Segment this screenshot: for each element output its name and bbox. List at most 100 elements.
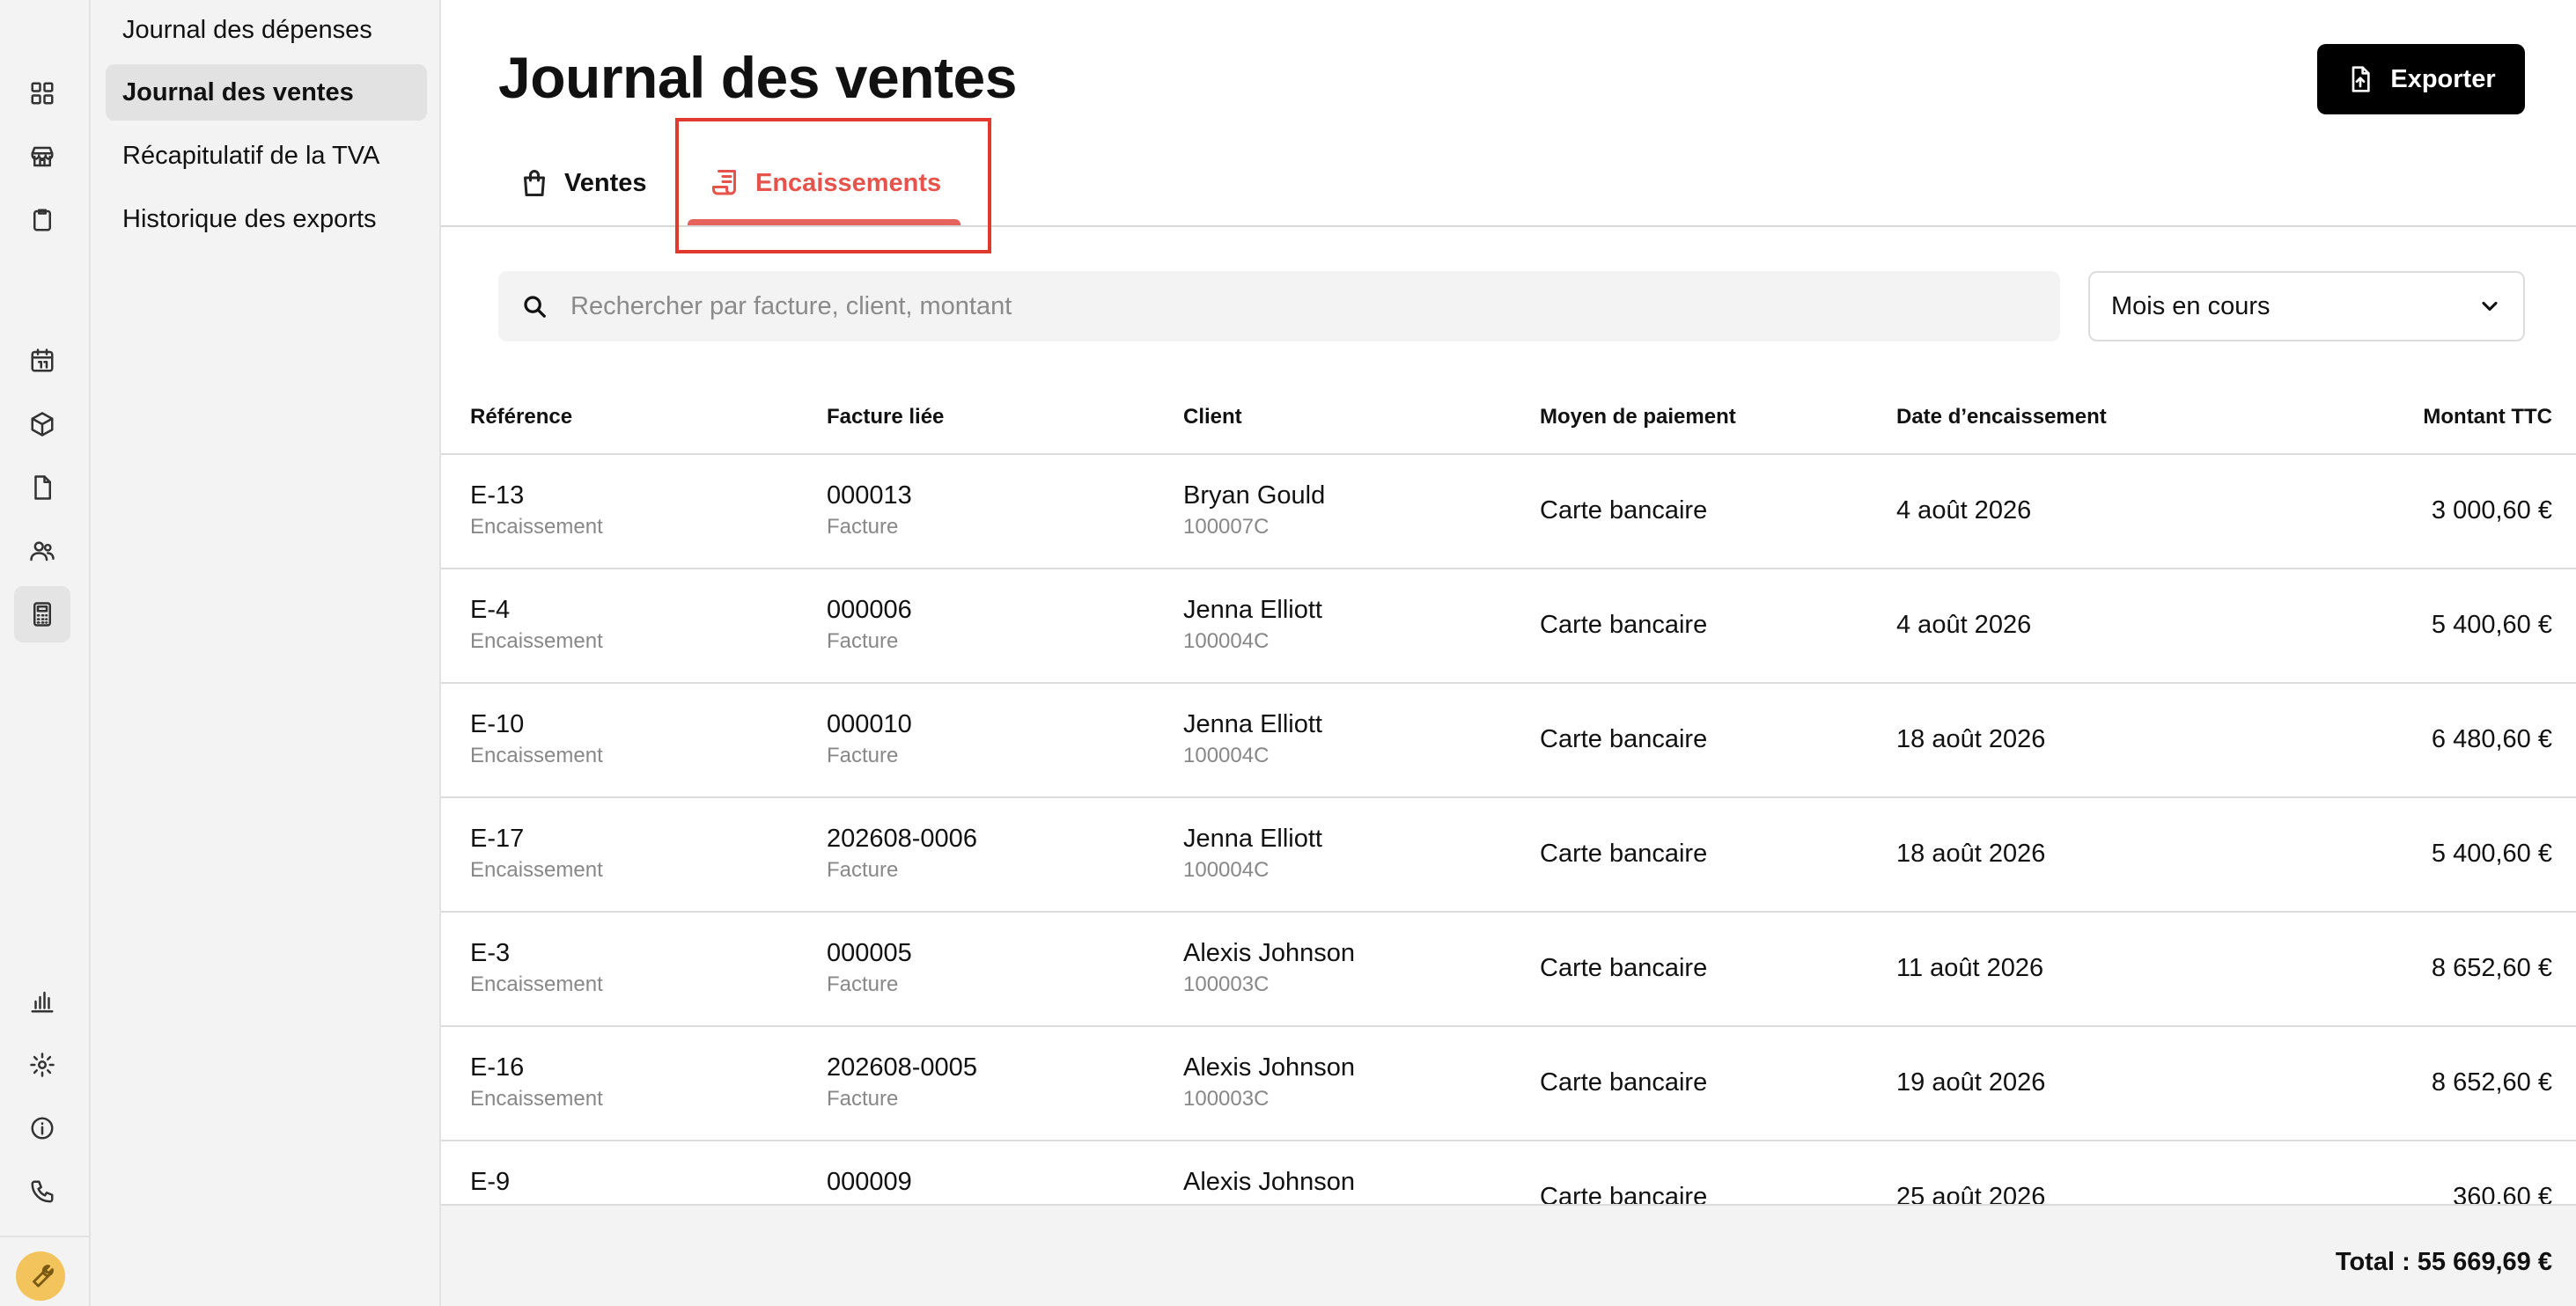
cell-montant: 6 480,60 € [2431, 725, 2552, 753]
column-header-montant[interactable]: Montant TTC [2423, 405, 2552, 429]
reference-type: Encaissement [470, 744, 603, 767]
facture-value[interactable]: 000005 [827, 939, 912, 968]
facture-value[interactable]: 202608-0005 [827, 1053, 977, 1082]
table-row[interactable]: E-3 Encaissement 000005 Facture Alexis Johns… [441, 913, 2576, 1027]
cell-moyen-paiement: Carte bancaire [1540, 725, 1708, 753]
facture-value[interactable]: 000010 [827, 710, 912, 739]
reference-value: E-3 [470, 939, 511, 967]
client-name[interactable]: Alexis Johnson [1183, 1168, 1355, 1197]
search-icon [524, 296, 546, 318]
bar-chart-icon[interactable] [14, 973, 70, 1030]
reference-type: Encaissement [470, 1087, 603, 1111]
subnav-item-journal-ventes[interactable]: Journal des ventes [106, 64, 427, 121]
cell-montant: 8 652,60 € [2431, 1068, 2552, 1097]
client-code: 100004C [1183, 629, 1270, 653]
cell-date: 18 août 2026 [1896, 840, 2046, 868]
reference-value: E-10 [470, 710, 525, 738]
tab-ventes[interactable]: Ventes [519, 141, 647, 225]
total-amount: Total : 55 669,69 € [2335, 1248, 2552, 1276]
encaissements-table: Référence Facture liée Client Moyen de p… [441, 384, 2576, 1256]
client-name[interactable]: Jenna Elliott [1183, 710, 1322, 739]
subnav-item-recap-tva[interactable]: Récapitulatif de la TVA [106, 128, 427, 184]
reference-value: E-16 [470, 1053, 525, 1082]
table-row[interactable]: E-10 Encaissement 000010 Facture Jenna Ellio… [441, 684, 2576, 798]
reference-type: Encaissement [470, 972, 603, 996]
facture-type: Facture [827, 1087, 899, 1111]
facture-value[interactable]: 000009 [827, 1168, 912, 1197]
cell-montant: 3 000,60 € [2431, 496, 2552, 525]
calendar-icon[interactable] [14, 333, 70, 389]
cell-moyen-paiement: Carte bancaire [1540, 611, 1708, 639]
client-code: 100004C [1183, 858, 1270, 882]
document-icon[interactable] [14, 459, 70, 516]
table-row[interactable]: E-17 Encaissement 202608-0006 Facture Jenna … [441, 798, 2576, 913]
cell-date: 18 août 2026 [1896, 725, 2046, 753]
tab-label: Ventes [564, 168, 647, 197]
client-code: 100004C [1183, 744, 1270, 767]
column-header-client[interactable]: Client [1183, 405, 1242, 429]
store-icon[interactable] [14, 128, 70, 185]
client-name[interactable]: Bryan Gould [1183, 481, 1325, 510]
client-name[interactable]: Jenna Elliott [1183, 825, 1322, 854]
client-code: 100007C [1183, 515, 1270, 539]
phone-icon[interactable] [14, 1163, 70, 1220]
facture-value[interactable]: 000013 [827, 481, 912, 510]
cell-moyen-paiement: Carte bancaire [1540, 954, 1708, 982]
column-header-reference[interactable]: Référence [470, 405, 572, 429]
wrench-icon[interactable] [16, 1251, 65, 1301]
cell-date: 11 août 2026 [1896, 954, 2044, 982]
cell-date: 19 août 2026 [1896, 1068, 2046, 1097]
facture-value[interactable]: 000006 [827, 596, 912, 625]
cell-date: 4 août 2026 [1896, 496, 2032, 525]
box-icon[interactable] [14, 396, 70, 452]
icon-rail [0, 0, 91, 1306]
subnav-item-historique-exports[interactable]: Historique des exports [106, 191, 427, 247]
export-button[interactable]: Exporter [2317, 44, 2525, 114]
client-name[interactable]: Jenna Elliott [1183, 596, 1322, 625]
period-select[interactable]: Mois en cours [2088, 271, 2525, 341]
cell-moyen-paiement: Carte bancaire [1540, 496, 1708, 525]
cell-montant: 5 400,60 € [2431, 840, 2552, 868]
sub-navigation: Journal des dépenses Journal des ventes … [91, 0, 441, 1306]
users-icon[interactable] [14, 523, 70, 579]
gear-icon[interactable] [14, 1037, 70, 1093]
table-row[interactable]: E-16 Encaissement 202608-0005 Facture Alexis… [441, 1027, 2576, 1141]
cell-date: 4 août 2026 [1896, 611, 2032, 639]
table-header: Référence Facture liée Client Moyen de p… [441, 384, 2576, 455]
client-code: 100003C [1183, 1087, 1270, 1111]
subnav-item-journal-depenses[interactable]: Journal des dépenses [106, 2, 427, 58]
client-name[interactable]: Alexis Johnson [1183, 939, 1355, 968]
info-icon[interactable] [14, 1100, 70, 1156]
table-footer: Total : 55 669,69 € [441, 1204, 2576, 1306]
dashboard-icon[interactable] [14, 65, 70, 121]
period-selected-value: Mois en cours [2111, 291, 2271, 320]
search-input[interactable] [570, 291, 1979, 321]
calculator-icon[interactable] [14, 586, 70, 642]
cell-montant: 8 652,60 € [2431, 954, 2552, 982]
table-row[interactable]: E-13 Encaissement 000013 Facture Bryan Gould… [441, 455, 2576, 569]
reference-type: Encaissement [470, 629, 603, 653]
reference-value: E-13 [470, 481, 525, 510]
facture-type: Facture [827, 972, 899, 996]
search-bar [498, 271, 2060, 341]
column-header-date[interactable]: Date d’encaissement [1896, 405, 2107, 429]
chevron-down-icon [2482, 301, 2498, 312]
column-header-facture[interactable]: Facture liée [827, 405, 944, 429]
clipboard-icon[interactable] [14, 192, 70, 248]
facture-type: Facture [827, 629, 899, 653]
reference-value: E-4 [470, 596, 511, 624]
facture-type: Facture [827, 858, 899, 882]
shopping-bag-icon [524, 170, 545, 196]
reference-value: E-17 [470, 825, 525, 853]
facture-value[interactable]: 202608-0006 [827, 825, 977, 854]
highlight-box [675, 118, 991, 253]
cell-moyen-paiement: Carte bancaire [1540, 1068, 1708, 1097]
table-row[interactable]: E-4 Encaissement 000006 Facture Jenna Elliot… [441, 569, 2576, 684]
main-content: Journal des ventes Exporter Ventes Encai… [441, 0, 2576, 1306]
page-title: Journal des ventes [498, 45, 1017, 110]
export-button-label: Exporter [2390, 64, 2496, 93]
facture-type: Facture [827, 744, 899, 767]
column-header-moyen-paiement[interactable]: Moyen de paiement [1540, 405, 1736, 429]
cell-montant: 5 400,60 € [2431, 611, 2552, 639]
client-name[interactable]: Alexis Johnson [1183, 1053, 1355, 1082]
